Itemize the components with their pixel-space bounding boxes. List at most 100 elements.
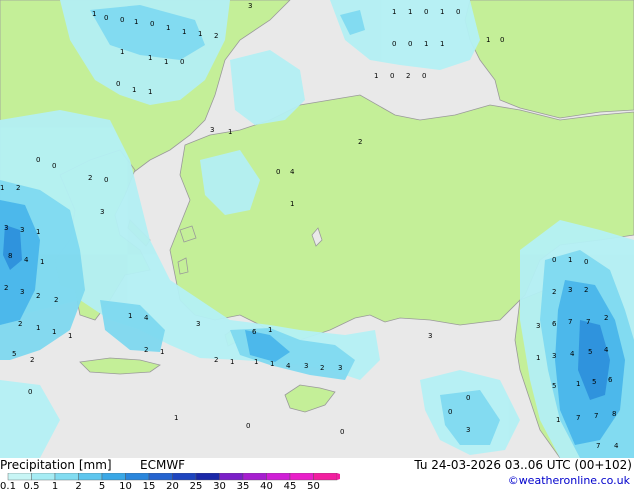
scale-swatch [242, 473, 267, 481]
scale-swatch [7, 473, 32, 481]
value-label: 3 [552, 352, 556, 360]
value-label: 7 [568, 318, 572, 326]
value-label: 1 [164, 58, 168, 66]
scale-swatch [266, 473, 291, 481]
value-label: 3 [536, 322, 540, 330]
value-label: 1 [536, 354, 540, 362]
scale-swatch [172, 473, 197, 481]
value-label: 1 [408, 8, 412, 16]
value-label: 1 [120, 48, 124, 56]
value-label: 3 [4, 224, 8, 232]
legend-title: Precipitation [mm] [0, 458, 112, 472]
value-label: 1 [440, 40, 444, 48]
color-scale [7, 473, 340, 481]
scale-swatch [148, 473, 173, 481]
scale-tick-label: 0.5 [23, 481, 40, 492]
scale-swatch [54, 473, 79, 481]
value-label: 7 [576, 414, 580, 422]
scale-swatch [78, 473, 103, 481]
value-label: 5 [12, 350, 16, 358]
value-label: 1 [254, 358, 258, 366]
value-label: 2 [36, 292, 40, 300]
value-label: 2 [584, 286, 588, 294]
value-label: 0 [28, 388, 32, 396]
value-label: 6 [252, 328, 257, 336]
value-label: 0 [422, 72, 426, 80]
credit-link[interactable]: ©weatheronline.co.uk [508, 474, 630, 487]
value-label: 1 [440, 8, 444, 16]
value-label: 4 [286, 362, 291, 370]
value-label: 1 [148, 54, 152, 62]
value-label: 0 [36, 156, 40, 164]
value-label: 0 [104, 176, 108, 184]
value-label: 1 [40, 258, 44, 266]
value-label: 1 [486, 36, 490, 44]
value-label: 1 [228, 128, 232, 136]
scale-swatch [219, 473, 244, 481]
value-label: 0 [390, 72, 394, 80]
value-label: 1 [576, 380, 580, 388]
value-label: 7 [596, 442, 600, 450]
value-label: 1 [392, 8, 396, 16]
scale-swatch [125, 473, 150, 481]
value-label: 4 [614, 442, 619, 450]
value-label: 1 [424, 40, 428, 48]
value-label: 0 [340, 428, 344, 436]
value-label: 4 [24, 256, 29, 264]
value-label: 1 [128, 312, 132, 320]
value-label: 2 [18, 320, 22, 328]
scale-tick-label: 40 [260, 481, 273, 492]
value-label: 1 [198, 30, 202, 38]
value-label: 1 [68, 332, 72, 340]
value-label: 3 [248, 2, 252, 10]
scale-tick-label: 35 [236, 481, 250, 492]
value-label: 0 [52, 162, 56, 170]
value-label: 1 [92, 10, 96, 18]
value-label: 3 [568, 286, 572, 294]
scale-swatch [313, 473, 338, 481]
value-label: 0 [116, 80, 120, 88]
value-label: 7 [586, 318, 590, 326]
value-label: 2 [54, 296, 58, 304]
value-label: 1 [268, 326, 272, 334]
value-label: 1 [36, 228, 40, 236]
value-label: 3 [338, 364, 342, 372]
scale-tick-label: 1 [51, 481, 59, 492]
value-label: 3 [304, 362, 308, 370]
value-label: 0 [120, 16, 124, 24]
value-label: 2 [16, 184, 20, 192]
scale-tick-label: 0.1 [0, 481, 16, 492]
value-label: 1 [556, 416, 560, 424]
scale-tick-label: 2 [75, 481, 82, 492]
value-label: 1 [132, 86, 136, 94]
value-label: 2 [358, 138, 362, 146]
value-label: 2 [88, 174, 92, 182]
scale-tick-label: 5 [98, 481, 106, 492]
value-label: 0 [276, 168, 280, 176]
value-label: 2 [214, 32, 218, 40]
scale-tick-label: 15 [142, 481, 156, 492]
scale-tick-label: 30 [213, 481, 226, 492]
value-label: 2 [214, 356, 218, 364]
value-label: 2 [30, 356, 34, 364]
value-label: 2 [320, 364, 324, 372]
value-label: 4 [290, 168, 295, 176]
scale-swatch [195, 473, 220, 481]
value-label: 0 [456, 8, 460, 16]
value-label: 1 [230, 358, 234, 366]
value-label: 8 [612, 410, 616, 418]
value-label: 0 [424, 8, 428, 16]
value-label: 2 [552, 288, 556, 296]
value-label: 2 [604, 314, 608, 322]
value-label: 3 [100, 208, 104, 216]
value-label: 0 [500, 36, 504, 44]
value-label: 0 [466, 394, 470, 402]
value-label: 2 [406, 72, 410, 80]
scale-tick-label: 25 [189, 481, 203, 492]
scale-swatch [31, 473, 56, 481]
value-label: 0 [408, 40, 412, 48]
scale-swatch [289, 473, 314, 481]
value-label: 4 [604, 346, 609, 354]
value-label: 1 [36, 324, 40, 332]
value-label: 3 [20, 226, 24, 234]
